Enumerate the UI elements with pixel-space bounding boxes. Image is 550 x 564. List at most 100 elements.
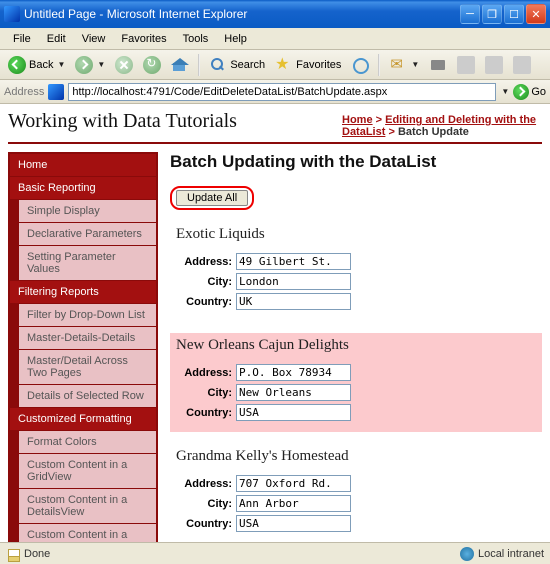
history-button[interactable] — [347, 54, 373, 76]
status-bar: Done Local intranet — [0, 542, 550, 564]
menu-file[interactable]: File — [6, 31, 38, 47]
home-button[interactable] — [167, 54, 193, 76]
breadcrumb: Home > Editing and Deleting with the Dat… — [342, 114, 542, 138]
favorites-icon: ★ — [275, 56, 293, 74]
sidebar-item[interactable]: Custom Content in a — [19, 524, 156, 542]
breadcrumb-current: Batch Update — [398, 126, 469, 138]
forward-icon — [75, 56, 93, 74]
supplier-name: Grandma Kelly's Homestead — [176, 448, 536, 465]
city-input[interactable] — [236, 495, 351, 512]
sidebar-item[interactable]: Details of Selected Row — [19, 385, 156, 407]
menu-help[interactable]: Help — [217, 31, 254, 47]
mail-icon — [389, 56, 407, 74]
rule — [8, 142, 542, 144]
mail-button[interactable]: ▼ — [385, 54, 423, 76]
maximize-button[interactable]: ☐ — [504, 4, 524, 24]
research-icon — [485, 56, 503, 74]
country-label: Country: — [176, 407, 236, 419]
zone-text: Local intranet — [478, 548, 544, 560]
city-label: City: — [176, 387, 236, 399]
site-heading: Working with Data Tutorials — [8, 110, 237, 133]
sidebar-item[interactable]: Master-Details-Details — [19, 327, 156, 349]
edit-button[interactable] — [453, 54, 479, 76]
done-icon — [6, 547, 20, 561]
sidebar-item[interactable]: Custom Content in a GridView — [19, 454, 156, 488]
toolbar: Back ▼ ▼ Search ★ Favorites ▼ — [0, 50, 550, 80]
forward-button[interactable]: ▼ — [71, 54, 109, 76]
restore-button[interactable]: ❐ — [482, 4, 502, 24]
print-icon — [429, 56, 447, 74]
separator — [198, 54, 200, 76]
supplier-record: New Orleans Cajun Delights Address: City: C… — [170, 333, 542, 432]
sidebar-item[interactable]: Master/Detail Across Two Pages — [19, 350, 156, 384]
back-label: Back — [29, 59, 53, 71]
city-label: City: — [176, 276, 236, 288]
page-icon — [48, 84, 64, 100]
favorites-label: Favorites — [296, 59, 341, 71]
address-dropdown-icon[interactable]: ▼ — [501, 87, 509, 96]
sidebar-item[interactable]: Setting Parameter Values — [19, 246, 156, 280]
address-input[interactable] — [236, 475, 351, 492]
supplier-name: Exotic Liquids — [176, 226, 536, 243]
sidebar-item[interactable]: Filter by Drop-Down List — [19, 304, 156, 326]
search-button[interactable]: Search — [205, 54, 269, 76]
sidebar-header[interactable]: Customized Formatting — [10, 408, 156, 430]
back-button[interactable]: Back ▼ — [4, 54, 69, 76]
close-button[interactable]: ✕ — [526, 4, 546, 24]
update-all-button[interactable]: Update All — [176, 190, 248, 206]
sidebar-header[interactable]: Basic Reporting — [10, 177, 156, 199]
go-button[interactable]: Go — [513, 84, 546, 100]
sidebar-item[interactable]: Format Colors — [19, 431, 156, 453]
sidebar-item[interactable]: Declarative Parameters — [19, 223, 156, 245]
search-icon — [209, 56, 227, 74]
refresh-button[interactable] — [139, 54, 165, 76]
separator — [378, 54, 380, 76]
country-input[interactable] — [236, 293, 351, 310]
update-all-highlight: Update All — [170, 186, 254, 210]
city-input[interactable] — [236, 273, 351, 290]
menu-bar: File Edit View Favorites Tools Help — [0, 28, 550, 50]
forward-dropdown-icon: ▼ — [97, 60, 105, 69]
sidebar-item[interactable]: Simple Display — [19, 200, 156, 222]
sidebar-header[interactable]: Home — [10, 154, 156, 176]
address-label: Address — [4, 86, 44, 98]
go-label: Go — [531, 86, 546, 98]
country-input[interactable] — [236, 515, 351, 532]
country-label: Country: — [176, 296, 236, 308]
menu-favorites[interactable]: Favorites — [114, 31, 173, 47]
search-label: Search — [230, 59, 265, 71]
favorites-button[interactable]: ★ Favorites — [271, 54, 345, 76]
back-dropdown-icon: ▼ — [57, 60, 65, 69]
address-input[interactable] — [236, 253, 351, 270]
address-label: Address: — [176, 478, 236, 490]
print-button[interactable] — [425, 54, 451, 76]
menu-tools[interactable]: Tools — [176, 31, 216, 47]
history-icon — [351, 56, 369, 74]
zone-icon — [460, 547, 474, 561]
messenger-button[interactable] — [509, 54, 535, 76]
address-bar: Address ▼ Go — [0, 80, 550, 104]
sidebar-header[interactable]: Filtering Reports — [10, 281, 156, 303]
breadcrumb-home[interactable]: Home — [342, 114, 373, 126]
address-input[interactable] — [68, 83, 496, 101]
address-label: Address: — [176, 367, 236, 379]
minimize-button[interactable]: ─ — [460, 4, 480, 24]
window-titlebar: Untitled Page - Microsoft Internet Explo… — [0, 0, 550, 28]
sidebar: HomeBasic ReportingSimple DisplayDeclara… — [8, 152, 158, 542]
country-input[interactable] — [236, 404, 351, 421]
supplier-record: Grandma Kelly's HomesteadAddress:City:Co… — [170, 444, 542, 542]
messenger-icon — [513, 56, 531, 74]
stop-button[interactable] — [111, 54, 137, 76]
content-scroll[interactable]: Working with Data Tutorials Home > Editi… — [0, 104, 550, 542]
menu-edit[interactable]: Edit — [40, 31, 73, 47]
supplier-name: New Orleans Cajun Delights — [176, 337, 536, 354]
sidebar-item[interactable]: Custom Content in a DetailsView — [19, 489, 156, 523]
back-icon — [8, 56, 26, 74]
address-input[interactable] — [236, 364, 351, 381]
address-label: Address: — [176, 256, 236, 268]
page-title: Batch Updating with the DataList — [170, 152, 542, 172]
ie-icon — [4, 6, 20, 22]
research-button[interactable] — [481, 54, 507, 76]
menu-view[interactable]: View — [75, 31, 113, 47]
city-input[interactable] — [236, 384, 351, 401]
